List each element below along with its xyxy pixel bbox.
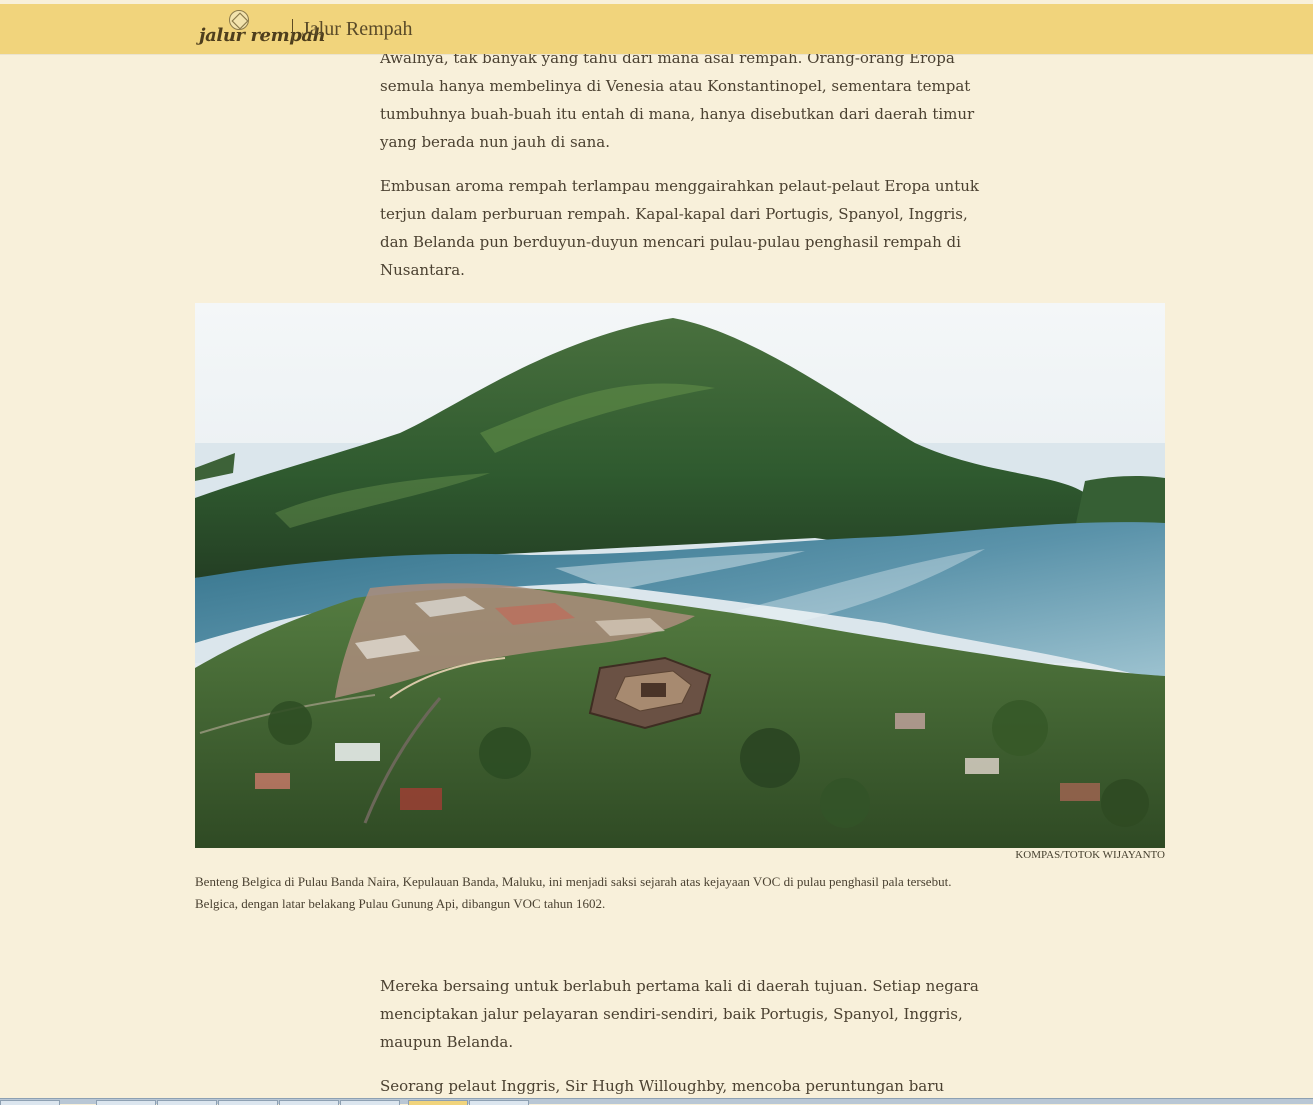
site-logo[interactable]: jalur rempah (199, 9, 326, 51)
article-paragraph-3: Mereka bersaing untuk berlabuh pertama k… (380, 977, 979, 1051)
taskbar (0, 1098, 1313, 1105)
article-paragraph-1: Awalnya, tak banyak yang tahu dari mana … (380, 49, 975, 151)
section-title[interactable]: Jalur Rempah (302, 18, 413, 41)
site-header: jalur rempah Jalur Rempah (0, 4, 1313, 54)
article-paragraph-2: Embusan aroma rempah terlampau menggaira… (380, 177, 979, 279)
photo-credit: KOMPAS/TOTOK WIJAYANTO (1015, 849, 1165, 861)
article-photo (195, 303, 1165, 848)
header-divider (292, 19, 293, 41)
article-paragraph-4: Seorang pelaut Inggris, Sir Hugh Willoug… (380, 1077, 945, 1095)
photo-caption: Benteng Belgica di Pulau Banda Naira, Ke… (195, 874, 952, 911)
